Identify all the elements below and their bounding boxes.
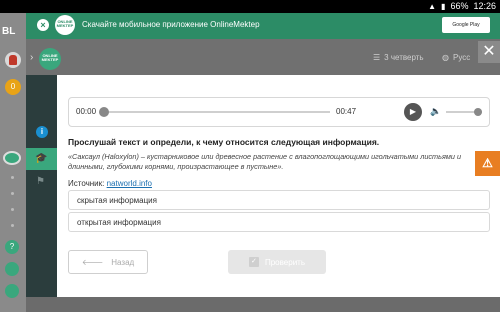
info-icon[interactable]: i bbox=[36, 126, 48, 138]
warning-icon[interactable]: ⚠ bbox=[475, 151, 500, 176]
play-button[interactable]: ▶ bbox=[404, 103, 422, 121]
source-label: Источник: bbox=[68, 179, 105, 188]
course-icon[interactable] bbox=[5, 284, 19, 298]
source-link[interactable]: natworld.info bbox=[107, 179, 152, 188]
clock: 12:26 bbox=[473, 1, 496, 11]
course-icon[interactable] bbox=[5, 262, 19, 276]
volume-icon[interactable]: 🔈 bbox=[430, 106, 441, 117]
header-logo: ONLINE MEKTEP bbox=[39, 48, 61, 70]
status-bar: ▲ ▮ 66% 12:26 bbox=[0, 0, 500, 13]
question-quote: «Саксаул (Haloxylon) – кустарниковое или… bbox=[68, 152, 462, 171]
close-button[interactable]: ✕ bbox=[478, 41, 500, 63]
duration: 00:47 bbox=[336, 107, 357, 116]
footer bbox=[26, 297, 500, 312]
app-logo[interactable]: BL bbox=[2, 26, 15, 37]
progress-track[interactable] bbox=[100, 111, 330, 113]
back-label: Назад bbox=[111, 257, 135, 267]
help-icon[interactable]: ? bbox=[5, 240, 19, 254]
language-selector[interactable]: ◍ Русс bbox=[442, 53, 470, 62]
google-play-button[interactable]: Google Play bbox=[442, 17, 490, 33]
back-button[interactable]: 🡐 Назад bbox=[68, 250, 148, 274]
source-line: Источник: natworld.info bbox=[68, 179, 152, 188]
avatar[interactable] bbox=[5, 52, 21, 68]
lesson-dot[interactable] bbox=[11, 224, 14, 227]
onlinemektep-logo: ONLINE MEKTEP bbox=[55, 15, 75, 35]
graduation-cap-icon[interactable]: 🎓 bbox=[26, 148, 57, 170]
question-title: Прослушай текст и определи, к чему относ… bbox=[68, 137, 380, 147]
active-lesson-icon[interactable] bbox=[3, 151, 21, 165]
language-label: Русс bbox=[452, 53, 471, 62]
check-button[interactable]: ✓ Проверить bbox=[228, 250, 326, 274]
battery-icon: ▮ bbox=[441, 1, 446, 11]
check-label: Проверить bbox=[264, 257, 305, 267]
flag-icon[interactable]: ⚑ bbox=[36, 176, 45, 187]
close-icon[interactable]: × bbox=[37, 19, 49, 31]
current-time: 00:00 bbox=[76, 107, 97, 116]
banner-text: Скачайте мобильное приложение OnlineMekt… bbox=[82, 20, 260, 29]
list-icon: ☰ bbox=[373, 53, 381, 62]
lesson-dot[interactable] bbox=[11, 192, 14, 195]
globe-icon: ◍ bbox=[442, 53, 449, 62]
arrow-left-icon: 🡐 bbox=[81, 258, 104, 267]
progress-handle[interactable] bbox=[99, 107, 109, 117]
signal-icon: ▲ bbox=[428, 1, 437, 11]
battery-level: 66% bbox=[450, 1, 469, 11]
quarter-label: 3 четверть bbox=[384, 53, 424, 62]
top-header bbox=[26, 39, 500, 75]
answer-option[interactable]: скрытая информация bbox=[68, 190, 490, 210]
coin-badge[interactable]: 0 bbox=[5, 79, 21, 95]
lesson-dot[interactable] bbox=[11, 208, 14, 211]
checkbox-icon: ✓ bbox=[248, 257, 259, 267]
lesson-dot[interactable] bbox=[11, 176, 14, 179]
chevron-right-icon[interactable]: › bbox=[30, 52, 33, 63]
answer-option[interactable]: открытая информация bbox=[68, 212, 490, 232]
quarter-selector[interactable]: ☰ 3 четверть bbox=[373, 53, 424, 62]
